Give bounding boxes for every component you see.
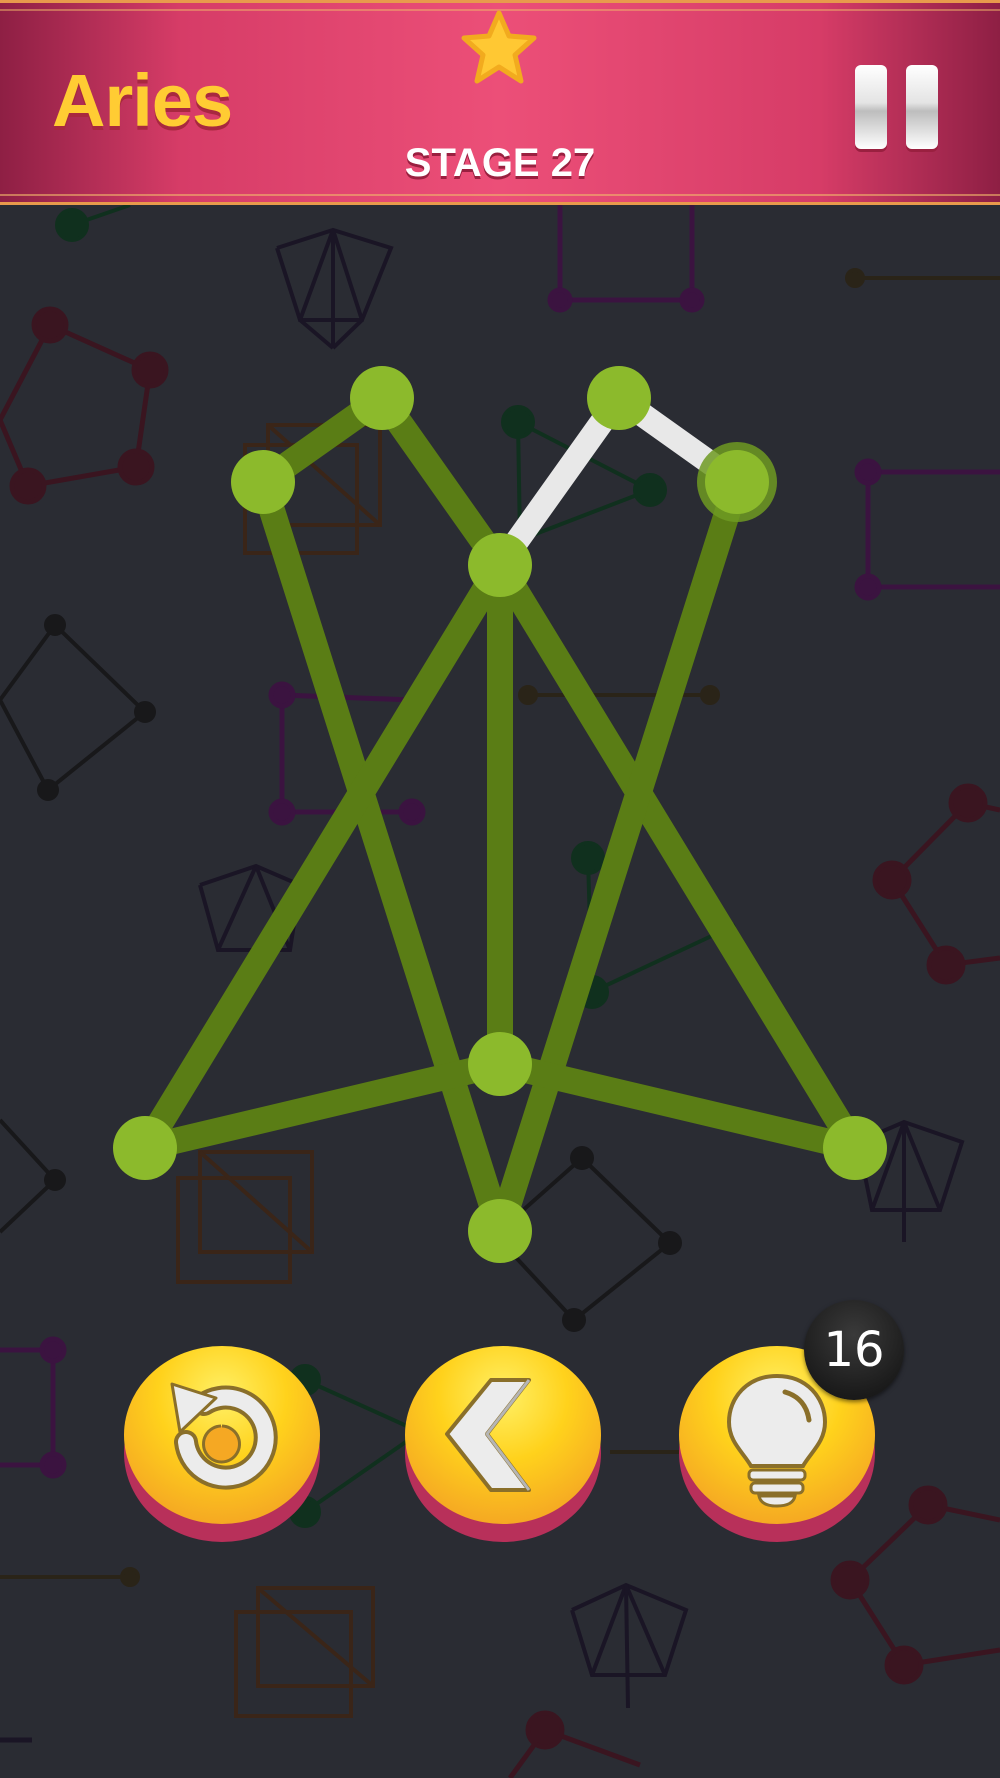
puzzle-node[interactable] [350,366,414,430]
active-node[interactable] [705,450,769,514]
restart-icon [170,1382,278,1490]
puzzle-node[interactable] [231,450,295,514]
undo-button[interactable] [405,1346,601,1542]
puzzle-edges [132,385,868,1244]
back-arrow-icon [445,1378,531,1492]
puzzle-node[interactable] [468,1032,532,1096]
puzzle-node[interactable] [587,366,651,430]
puzzle-node[interactable] [113,1116,177,1180]
puzzle-node[interactable] [468,1199,532,1263]
restart-button[interactable] [124,1346,320,1542]
puzzle-node[interactable] [823,1116,887,1180]
puzzle-node[interactable] [468,533,532,597]
hint-count-badge: 16 [804,1300,904,1400]
